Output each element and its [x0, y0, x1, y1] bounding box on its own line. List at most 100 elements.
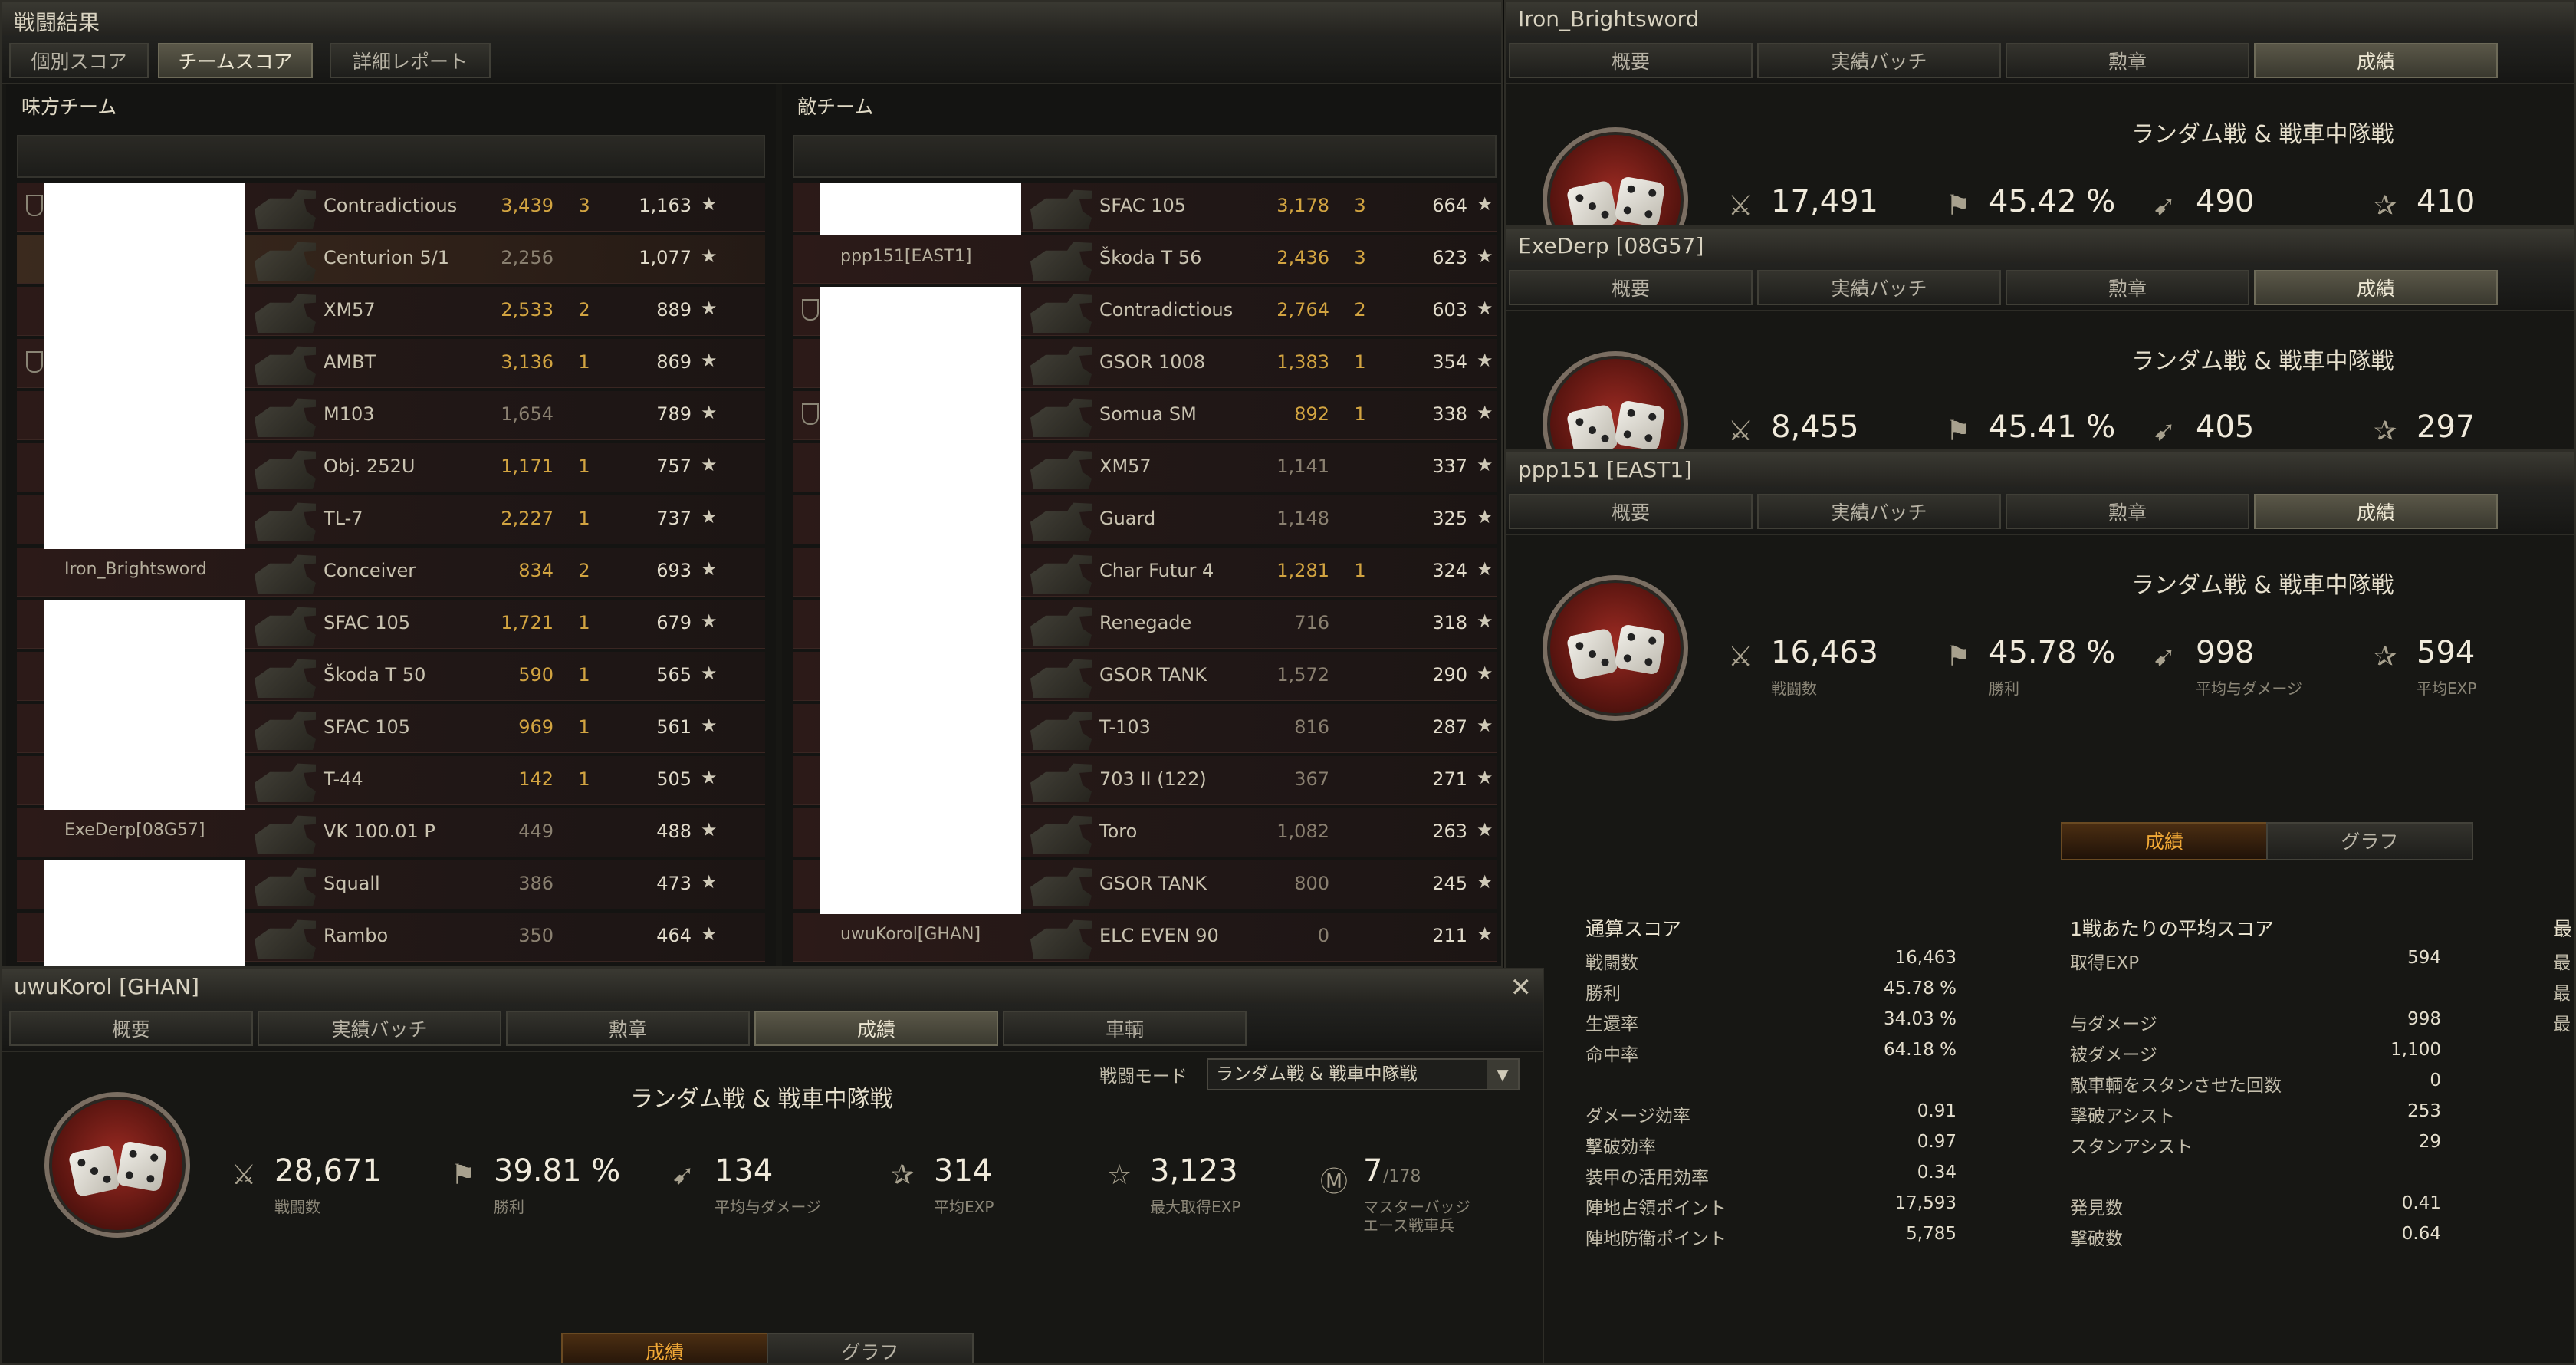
tank-name: Somua SM	[1099, 403, 1197, 425]
stat-row-value: 0.64	[2401, 1224, 2441, 1244]
stat-row-value: 1,100	[2390, 1040, 2441, 1060]
tank-image	[1030, 450, 1092, 489]
ally-table-header	[17, 135, 765, 178]
tab-achievements[interactable]: 実績バッチ	[258, 1011, 501, 1046]
tank-name: XM57	[1099, 456, 1152, 477]
stat-row-value: 0	[2430, 1071, 2441, 1090]
tab-detailed-report[interactable]: 詳細レポート	[330, 43, 491, 78]
flag-icon: ⚑	[1946, 416, 1971, 447]
tank-name: Contradictious	[1099, 299, 1234, 321]
stat-row: 装甲の活用効率 0.34	[1585, 1163, 1957, 1189]
tank-name: SFAC 105	[1099, 195, 1187, 216]
tab-personal-score[interactable]: 個別スコア	[9, 43, 149, 78]
toggle-records[interactable]: 成績	[561, 1333, 768, 1363]
star-icon: ★	[701, 402, 718, 423]
swords-icon: ⚔	[1728, 416, 1753, 447]
stat-row: 勝利 45.78 %	[1585, 979, 1957, 1005]
swords-icon: ⚔	[1728, 190, 1753, 222]
tab-achievements[interactable]: 実績バッチ	[1757, 494, 2001, 529]
exp-value: 245	[1432, 873, 1467, 894]
tab-overview[interactable]: 概要	[1509, 270, 1753, 305]
tank-name: GSOR 1008	[1099, 351, 1206, 373]
exp-value: 505	[656, 768, 692, 790]
tank-name: Renegade	[1099, 612, 1192, 633]
tank-image	[255, 502, 316, 541]
stat-row-value: 16,463	[1894, 948, 1957, 968]
exp-value: 337	[1432, 456, 1467, 477]
stat-row-label: 撃破アシスト	[2070, 1107, 2176, 1127]
exp-value: 287	[1432, 716, 1467, 738]
profile-titlebar: ExeDerp [08G57]	[1506, 229, 2574, 262]
battle-results-titlebar: 戦闘結果	[2, 2, 1501, 35]
damage-value: 1,148	[1276, 508, 1329, 529]
ally-row[interactable]: Iron_Brightsword Conceiver 834 2 693 ★	[17, 548, 765, 597]
tank-image	[1030, 815, 1092, 854]
profile-window-ppp151: ppp151 [EAST1] 概要 実績バッチ 勲章 成績 ランダム戦 & 戦車…	[1504, 451, 2576, 1365]
tab-achievements[interactable]: 実績バッチ	[1757, 43, 2001, 78]
damage-value: 1,141	[1276, 456, 1329, 477]
tab-records[interactable]: 成績	[754, 1011, 998, 1046]
ally-row[interactable]: ExeDerp[08G57] VK 100.01 P 449 488 ★	[17, 808, 765, 857]
stat-row: 撃破効率 0.97	[1585, 1132, 1957, 1158]
damage-value: 386	[518, 873, 554, 894]
tab-achievements[interactable]: 実績バッチ	[1757, 270, 2001, 305]
battle-results-tabs: 個別スコア チームスコア 詳細レポート	[2, 35, 1501, 84]
star-icon: ★	[1477, 350, 1493, 371]
shell-icon: ➹	[2153, 641, 2177, 673]
tab-overview[interactable]: 概要	[1509, 494, 1753, 529]
toggle-records[interactable]: 成績	[2061, 822, 2268, 860]
star-icon: ★	[1477, 715, 1493, 736]
tank-name: XM57	[324, 299, 376, 321]
star-icon: ✰	[891, 1159, 915, 1191]
stat-row-value: 34.03 %	[1883, 1009, 1957, 1029]
player-name: ppp151[EAST1]	[840, 247, 972, 266]
tab-records[interactable]: 成績	[2254, 43, 2498, 78]
stat-row-label: 勝利	[1585, 984, 1621, 1004]
exp-value: 263	[1432, 821, 1467, 842]
enemy-row[interactable]: ppp151[EAST1] Škoda T 56 2,436 3 623 ★	[793, 235, 1497, 284]
tank-name: ELC EVEN 90	[1099, 925, 1219, 946]
tab-team-score[interactable]: チームスコア	[158, 43, 313, 78]
damage-value: 3,178	[1276, 195, 1329, 216]
star-icon: ★	[1477, 193, 1493, 215]
stat-row: ダメージ効率 0.91	[1585, 1101, 1957, 1127]
tank-image	[255, 294, 316, 333]
star-icon: ★	[701, 663, 718, 684]
mastery-badge-icon: Ⓜ	[1320, 1166, 1349, 1198]
battle-mode-dropdown[interactable]: ランダム戦 & 戦車中隊戦 ▼	[1207, 1058, 1520, 1090]
stat-row-value: 64.18 %	[1883, 1040, 1957, 1060]
star-icon: ★	[701, 871, 718, 893]
enemy-row[interactable]: uwuKorol[GHAN] ELC EVEN 90 0 211 ★	[793, 913, 1497, 962]
close-icon[interactable]: ✕	[1510, 972, 1533, 1003]
stat-row-label: 陣地占領ポイント	[1585, 1199, 1727, 1219]
stat-row-value: 253	[2407, 1101, 2441, 1121]
toggle-graph[interactable]: グラフ	[2266, 822, 2473, 860]
exp-value: 318	[1432, 612, 1467, 633]
ally-team-panel: 味方チーム Contradictious 3,439 3 1,163 ★ Centurio…	[6, 84, 776, 966]
mode-title: ランダム戦 & 戦車中隊戦	[2131, 572, 2394, 599]
toggle-graph[interactable]: グラフ	[767, 1333, 974, 1363]
tab-overview[interactable]: 概要	[9, 1011, 253, 1046]
kills-value: 3	[1354, 247, 1366, 268]
kills-value: 1	[578, 351, 590, 373]
tab-medals[interactable]: 勲章	[2006, 494, 2249, 529]
tab-records[interactable]: 成績	[2254, 494, 2498, 529]
star-icon: ★	[701, 245, 718, 267]
tab-vehicles[interactable]: 車輌	[1003, 1011, 1247, 1046]
tab-medals[interactable]: 勲章	[2006, 43, 2249, 78]
tank-image	[255, 919, 316, 959]
star-icon: ★	[1477, 558, 1493, 580]
tab-records[interactable]: 成績	[2254, 270, 2498, 305]
damage-value: 367	[1294, 768, 1329, 790]
stat-row: 撃破数 0.64	[2070, 1224, 2441, 1250]
stat-row: 撃破アシスト 253	[2070, 1101, 2441, 1127]
random-battle-dice-icon	[1543, 575, 1688, 721]
player-name: Iron_Brightsword	[64, 560, 207, 579]
exp-value: 737	[656, 508, 692, 529]
tab-overview[interactable]: 概要	[1509, 43, 1753, 78]
damage-value: 816	[1294, 716, 1329, 738]
star-icon: ★	[1477, 819, 1493, 840]
tab-medals[interactable]: 勲章	[506, 1011, 750, 1046]
damage-value: 1,572	[1276, 664, 1329, 686]
tab-medals[interactable]: 勲章	[2006, 270, 2249, 305]
